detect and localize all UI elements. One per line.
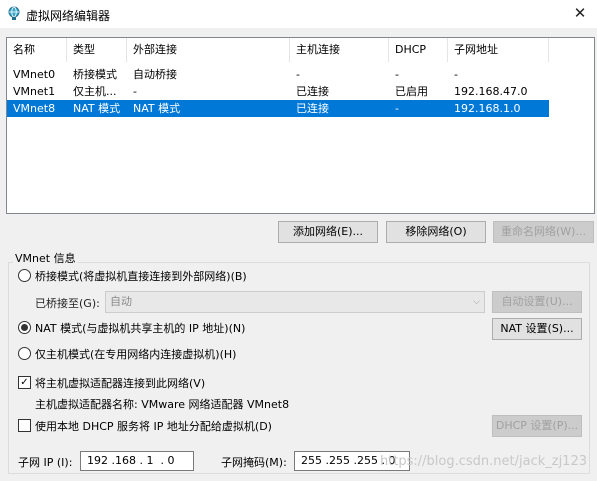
hostonly-radio[interactable] [18, 347, 31, 360]
cell-host: 已连接 [296, 85, 329, 98]
cell-external: NAT 模式 [133, 102, 181, 115]
bridged-option-label[interactable]: 桥接模式(将虚拟机直接连接到外部网络)(B) [35, 268, 247, 284]
cell-type: NAT 模式 [73, 102, 121, 115]
table-row[interactable]: VMnet0 桥接模式 自动桥接 - - - [7, 66, 549, 83]
add-network-button[interactable]: 添加网络(E)... [278, 221, 378, 243]
column-header-external[interactable]: 外部连接 [127, 38, 290, 62]
cell-name: VMnet0 [13, 68, 56, 81]
use-dhcp-label[interactable]: 使用本地 DHCP 服务将 IP 地址分配给虚拟机(D) [35, 418, 272, 434]
vmnet-info-label: VMnet 信息 [13, 250, 78, 266]
chevron-down-icon: ⌵ [473, 297, 480, 307]
adapter-name-text: 主机虚拟适配器名称: VMware 网络适配器 VMnet8 [35, 398, 290, 411]
cell-external: - [133, 85, 137, 98]
title-bar: 虚拟网络编辑器 ✕ [0, 0, 597, 28]
close-button[interactable]: ✕ [569, 3, 591, 23]
cell-subnet: 192.168.47.0 [454, 85, 528, 98]
window-title: 虚拟网络编辑器 [26, 9, 111, 23]
bridged-to-label: 已桥接至(G): [35, 297, 100, 310]
table-row-selected[interactable]: VMnet8 NAT 模式 NAT 模式 已连接 - 192.168.1.0 [7, 100, 549, 117]
bridged-to-value: 自动 [110, 295, 132, 308]
cell-dhcp: 已启用 [395, 85, 428, 98]
network-list[interactable]: 名称 类型 外部连接 主机连接 DHCP 子网地址 VMnet0 桥接模式 自动… [6, 37, 595, 214]
subnet-ip-input[interactable]: 192 .168 . 1 . 0 [80, 451, 194, 471]
nat-option-label[interactable]: NAT 模式(与虚拟机共享主机的 IP 地址)(N) [35, 320, 245, 336]
cell-subnet: 192.168.1.0 [454, 102, 521, 115]
nat-radio[interactable] [18, 321, 31, 334]
bridged-to-select[interactable]: 自动 ⌵ [105, 291, 485, 313]
connect-adapter-label[interactable]: 将主机虚拟适配器连接到此网络(V) [35, 375, 205, 391]
column-header-subnet[interactable]: 子网地址 [448, 38, 549, 62]
cell-dhcp: - [395, 102, 399, 115]
watermark-text: https://blog.csdn.net/jack_zj123 [379, 454, 587, 469]
dialog-body: 名称 类型 外部连接 主机连接 DHCP 子网地址 VMnet0 桥接模式 自动… [0, 28, 597, 481]
remove-network-button[interactable]: 移除网络(O) [386, 221, 486, 243]
cell-host: - [296, 68, 300, 81]
column-header-host[interactable]: 主机连接 [290, 38, 389, 62]
cell-name: VMnet8 [13, 102, 56, 115]
cell-external: 自动桥接 [133, 68, 177, 81]
cell-host: 已连接 [296, 102, 329, 115]
cell-name: VMnet1 [13, 85, 56, 98]
table-row[interactable]: VMnet1 仅主机... - 已连接 已启用 192.168.47.0 [7, 83, 549, 100]
dhcp-settings-button[interactable]: DHCP 设置(P)... [492, 415, 582, 437]
bridged-radio[interactable] [18, 269, 31, 282]
cell-dhcp: - [395, 68, 399, 81]
subnet-mask-label: 子网掩码(M): [221, 456, 287, 469]
nat-settings-button[interactable]: NAT 设置(S)... [492, 318, 582, 340]
subnet-ip-label: 子网 IP (I): [18, 456, 73, 469]
cell-subnet: - [454, 68, 458, 81]
network-globe-icon [8, 6, 20, 20]
auto-settings-button[interactable]: 自动设置(U)... [492, 291, 582, 313]
cell-type: 桥接模式 [73, 68, 117, 81]
column-header-name[interactable]: 名称 [7, 38, 67, 62]
connect-adapter-checkbox[interactable]: ✓ [18, 376, 31, 389]
column-header-type[interactable]: 类型 [67, 38, 127, 62]
rename-network-button[interactable]: 重命名网络(W)... [493, 221, 594, 243]
column-header-dhcp[interactable]: DHCP [389, 38, 448, 62]
hostonly-option-label[interactable]: 仅主机模式(在专用网络内连接虚拟机)(H) [35, 346, 236, 362]
use-dhcp-checkbox[interactable] [18, 419, 31, 432]
list-header: 名称 类型 外部连接 主机连接 DHCP 子网地址 [7, 38, 594, 62]
cell-type: 仅主机... [73, 85, 117, 98]
